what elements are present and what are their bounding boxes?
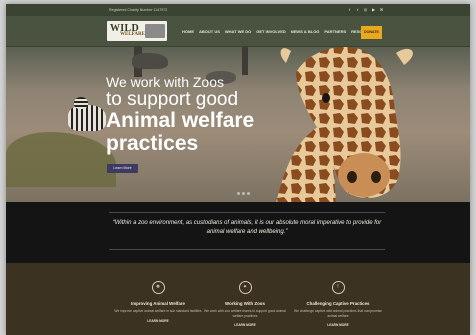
feature-title: Challenging Captive Practices [306, 301, 370, 306]
nav-what-we-do[interactable]: WHAT WE DO [225, 29, 251, 34]
logo-badge-icon [145, 24, 165, 38]
youtube-icon[interactable]: ▶ [371, 7, 376, 12]
hero-banner: We work with Zoos to support good Animal… [6, 47, 470, 202]
instagram-icon[interactable]: ◎ [363, 7, 368, 12]
feature-card: ✦ Working With Zoos We work with zoo wel… [200, 281, 290, 327]
hero-line-1: We work with Zoos [106, 74, 224, 90]
nav-about-us[interactable]: ABOUT US [199, 29, 220, 34]
nav-home[interactable]: HOME [182, 29, 194, 34]
feature-card: ! Challenging Captive Practices We chall… [293, 281, 383, 327]
logo-subtext: WELFARE [120, 32, 145, 37]
learn-more-link[interactable]: LEARN MORE [113, 319, 203, 323]
site-logo[interactable]: WILD WELFARE [107, 21, 167, 41]
hero-line-4: practices [106, 132, 199, 155]
divider [109, 212, 385, 213]
hero-heading: We work with Zoos to support good Animal… [106, 74, 255, 156]
nav-get-involved[interactable]: GET INVOLVED [256, 29, 285, 34]
nav-news-blog[interactable]: NEWS & BLOG [291, 29, 320, 34]
hero-line-3: Animal welfare [106, 109, 255, 132]
features-section: ❖ Improving Animal Welfare We improve ca… [6, 263, 470, 335]
learn-more-button[interactable]: Learn More [107, 164, 138, 173]
slider-dot[interactable] [237, 192, 240, 195]
registration-text: Registered Charity Number 1147972 [109, 8, 168, 12]
donate-button[interactable]: DONATE [361, 26, 382, 39]
paw-icon: ❖ [151, 281, 165, 294]
nav-menu: HOME ABOUT US WHAT WE DO GET INVOLVED NE… [182, 29, 376, 34]
feature-description: We challenge captive wild animal practic… [294, 309, 382, 318]
social-links: f t ◎ ▶ ✉ [347, 7, 384, 12]
learn-more-link[interactable]: LEARN MORE [200, 323, 290, 327]
feature-title: Improving Animal Welfare [131, 301, 185, 306]
browser-frame: Registered Charity Number 1147972 f t ◎ … [6, 4, 470, 335]
slider-dot[interactable] [242, 192, 245, 195]
feature-card: ❖ Improving Animal Welfare We improve ca… [113, 281, 203, 323]
nav-partners[interactable]: PARTNERS [324, 29, 346, 34]
rhino-image [132, 53, 168, 69]
grass-patch [6, 132, 116, 187]
learn-more-link[interactable]: LEARN MORE [293, 323, 383, 327]
email-icon[interactable]: ✉ [379, 7, 384, 12]
top-bar: Registered Charity Number 1147972 f t ◎ … [6, 4, 470, 16]
giraffe-image [276, 47, 413, 202]
hero-line-2: to support good [106, 89, 239, 110]
facebook-icon[interactable]: f [347, 7, 352, 12]
handshake-icon: ✦ [238, 281, 252, 294]
quote-text: “Within a zoo environment, as custodians… [112, 220, 382, 235]
zebra-image [68, 105, 106, 131]
feature-description: We work with zoo welfare teams to suppor… [204, 309, 286, 318]
feature-title: Working With Zoos [225, 301, 265, 306]
twitter-icon[interactable]: t [355, 7, 360, 12]
quote-section: “Within a zoo environment, as custodians… [6, 202, 470, 263]
alert-icon: ! [331, 281, 345, 294]
slider-dot[interactable] [247, 192, 250, 195]
main-nav: WILD WELFARE HOME ABOUT US WHAT WE DO GE… [6, 16, 470, 47]
divider [109, 249, 385, 250]
slider-dots [237, 192, 250, 195]
feature-description: We improve captive animal welfare in sub… [114, 309, 202, 313]
zebra-head-image [74, 97, 88, 109]
tree-trunk [242, 47, 248, 75]
